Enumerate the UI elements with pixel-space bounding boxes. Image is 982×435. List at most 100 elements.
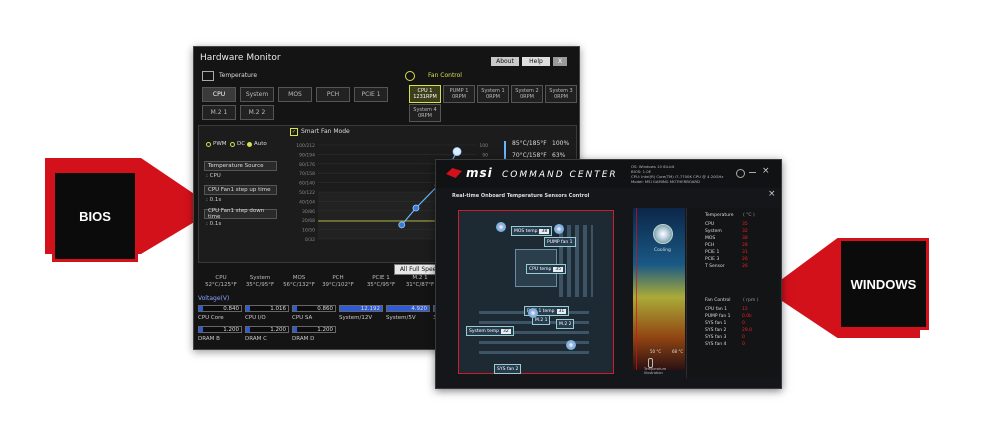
radio-selected-icon [247,141,252,147]
temperature-source-button[interactable]: Temperature Source [204,161,277,171]
fan-row-value: 29.0 [742,328,753,333]
cooling-fan-icon[interactable] [653,224,673,244]
legend-bar [504,141,506,161]
tab-pcie1[interactable]: PCIE 1 [354,87,388,102]
temperature-row-name: PCIE 3 [705,257,720,262]
temperature-row-name: CPU [705,222,715,227]
tab-cpu[interactable]: CPU [202,87,236,102]
y-tick-label: 60/140 [299,181,315,187]
fan-tab-value: 0RPM [486,94,500,100]
sensor-name: System [249,275,271,281]
step-up-time-button[interactable]: CPU Fan1 step up time [204,185,277,195]
fan-curve-point[interactable] [398,221,406,229]
tab-mos[interactable]: MOS [278,87,312,102]
sensor-value: 52°C/125°F [205,282,237,288]
fan-tab-system3[interactable]: System 3 0RPM [545,85,577,103]
fan-tab-value: 0RPM [452,94,466,100]
sensor-name: MOS [292,275,306,281]
cooling-label: Cooling [654,248,671,253]
sysinfo-line: Model: MSI GAMING MOTHERBOARD [631,179,700,184]
voltage-bar: 0.860 [292,305,336,312]
sys-fan2-tag: SYS fan 2 [494,364,522,374]
mode-label: PWM [213,141,227,147]
step-down-time-button[interactable]: CPU Fan1 step down time [204,208,277,220]
tag-label: MOS temp [514,228,538,234]
y-tick-label: 50/122 [299,190,315,196]
command-center-window: msi COMMAND CENTER OS: Windows 10 64-bit… [435,159,782,389]
fan-row-name: SYS fan 1 [705,321,727,326]
fan-tab-cpu1[interactable]: CPU 1 1231RPM [409,85,441,103]
temperature-list-header: Temperature [705,213,734,218]
sensor-value: 56°C/132°F [283,282,315,288]
fan-tab-system2[interactable]: System 2 0RPM [511,85,543,103]
window-title: Hardware Monitor [200,53,281,63]
fan-row-value: 0 [742,342,745,347]
voltage-bar: 0.840 [198,305,242,312]
sensor-value: 39°C/102°F [322,282,354,288]
sensor-reading: CPU 52°C/125°F [202,275,240,289]
temperature-row-value: 28 [742,243,748,248]
tag-value: 31 [556,308,567,314]
about-button[interactable]: About [491,57,519,66]
legend-temp-low: 70°C/158°F [512,152,547,159]
temperature-row-value: 35 [742,222,748,227]
temperature-row-name: PCH [705,243,715,248]
panel-close-icon[interactable]: × [768,189,776,199]
mode-auto[interactable]: Auto [247,141,267,147]
smart-fan-checkbox[interactable]: ✓ [290,128,298,136]
mode-pwm[interactable]: PWM [206,141,227,147]
sensor-name: CPU [215,275,227,281]
fan-icon [566,340,576,350]
fan-row-value: 12 [742,307,748,312]
sensor-name: PCH [332,275,344,281]
step-down-time-value: : 0.1s [206,221,222,227]
fan-tab-value: 0RPM [554,94,568,100]
tab-m2-1[interactable]: M.2 1 [202,105,236,120]
voltage-name: CPU Core [198,315,224,321]
cc-title: msi COMMAND CENTER [466,166,618,180]
settings-icon[interactable] [736,169,745,178]
tab-system[interactable]: System [240,87,274,102]
legend-pct-low: 63% [552,152,566,159]
fan-tab-system1[interactable]: System 1 0RPM [477,85,509,103]
close-button[interactable]: X [553,57,567,66]
tab-pch[interactable]: PCH [316,87,350,102]
fan-curve-point[interactable] [412,204,420,212]
fan-curve-point[interactable] [452,147,462,156]
fan-list-header: Fan Control [705,298,731,303]
voltage-name: DRAM D [292,336,315,342]
minimize-icon[interactable] [749,172,756,173]
help-button[interactable]: Help [522,57,550,66]
mode-dc[interactable]: DC [230,141,245,147]
voltage-bar-fill [246,306,250,311]
tag-label: SYS fan 2 [497,366,519,372]
fan-row-name: CPU fan 1 [705,307,728,312]
sensor-name: PCIE 1 [372,275,390,281]
voltage-value: 12.192 [360,305,380,312]
fan-icon [554,224,564,234]
fan-tab-pump1[interactable]: PUMP 1 0RPM [443,85,475,103]
voltage-value: 1.200 [317,326,333,333]
voltage-name: DRAM C [245,336,267,342]
step-up-time-value: : 0.1s [206,197,222,203]
voltage-name: System/5V [386,315,416,321]
voltage-value: 0.860 [317,305,333,312]
y-tick-label: 80/176 [299,162,315,168]
axis-low: 50 °C [650,349,662,354]
voltage-label: Voltage(V) [198,295,230,302]
temperature-row-value: 26 [742,264,748,269]
temperature-illustration: Temperature Illustration [644,367,667,375]
voltage-value: 1.200 [270,326,286,333]
close-icon[interactable]: × [762,166,770,176]
voltage-name: CPU I/O [245,315,266,321]
y-right-tick-label: 90 [482,152,488,158]
fan-tab-system4[interactable]: System 4 0RPM [409,104,441,122]
y-tick-label: 100/212 [296,143,315,149]
temperature-icon [202,71,214,81]
voltage-name: DRAM B [198,336,220,342]
voltage-bar: 1.200 [198,326,242,333]
sensor-value: 35°C/95°F [366,282,396,288]
voltage-name: System/12V [339,315,373,321]
temperature-row-value: 26 [742,257,748,262]
tab-m2-2[interactable]: M.2 2 [240,105,274,120]
